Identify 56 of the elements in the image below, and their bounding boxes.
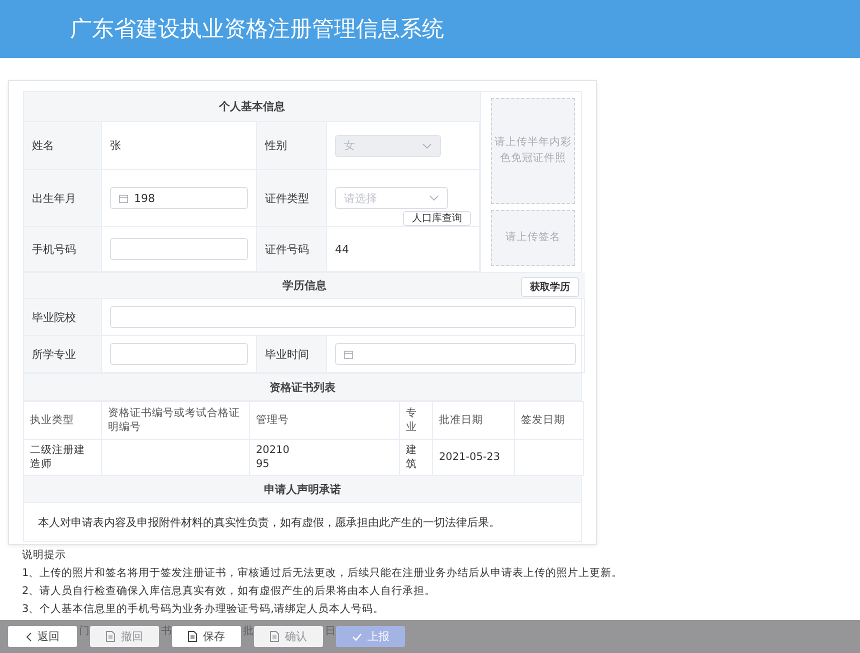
signature-upload[interactable]: 请上传签名: [491, 210, 575, 266]
column-header: 管理号: [256, 414, 289, 426]
column-header: 资格证书编号或考试合格证明编号: [108, 407, 240, 432]
section-title: 个人基本信息: [24, 92, 480, 122]
table-cell: 2021-05-23: [439, 450, 500, 463]
chevron-left-icon: [26, 632, 32, 642]
field-label: 毕业院校: [32, 310, 76, 324]
section-title: 资格证书列表: [23, 374, 582, 401]
document-icon: [188, 631, 197, 642]
section-title: 申请人声明承诺: [23, 476, 582, 503]
system-title: 广东省建设执业资格注册管理信息系统: [70, 16, 444, 44]
field-label: 证件号码: [265, 242, 309, 256]
date-field[interactable]: 198: [110, 187, 248, 209]
calendar-icon: [344, 350, 353, 358]
note-text: 日: [325, 625, 336, 638]
note-text: 书: [161, 625, 172, 638]
document-icon: [270, 631, 279, 642]
photo-upload[interactable]: 请上传半年内彩色免冠证件照: [491, 98, 575, 204]
field-label: 毕业时间: [265, 346, 309, 362]
action-button[interactable]: 保存: [172, 626, 241, 647]
column-header: 执业类型: [30, 414, 74, 426]
field-value: 张: [110, 138, 121, 153]
action-button[interactable]: 返回: [8, 626, 77, 647]
column-header: 签发日期: [521, 414, 565, 426]
note-text: 2、请人员自行检查确保入库信息真实有效，如有虚假产生的后果将由本人自行承担。: [22, 585, 437, 598]
document-icon: [106, 631, 115, 642]
check-icon: [352, 632, 362, 640]
column-header: 专业: [406, 407, 417, 432]
field-value: 44: [335, 242, 349, 256]
declaration-text: 本人对申请表内容及申报附件材料的真实性负责，如有虚假，愿承担由此产生的一切法律后果。: [38, 514, 500, 530]
note-text: 1、上传的照片和签名将用于签发注册证书，审核通过后无法更改，后续只能在注册业务办结后从申请表上传的照片上更新。: [22, 567, 624, 580]
date-field[interactable]: [335, 343, 576, 365]
table-cell: 二级注册建造师: [30, 444, 85, 470]
input-field[interactable]: [110, 238, 248, 260]
table-cell: 建筑: [406, 444, 417, 470]
chevron-down-icon: [422, 142, 432, 148]
input-field[interactable]: [110, 306, 576, 328]
note-text: 批: [243, 625, 254, 638]
column-header: 批准日期: [439, 414, 483, 426]
field-label: 出生年月: [32, 190, 76, 206]
field-label: 证件类型: [265, 190, 309, 206]
section-title: 学历信息: [282, 278, 326, 293]
field-label: 手机号码: [32, 242, 76, 256]
note-text: 3、个人基本信息里的手机号码为业务办理验证号码,请绑定人员本人号码。: [22, 603, 386, 616]
lookup-button[interactable]: 人口库查询: [403, 211, 471, 226]
notes-title: 说明提示: [22, 549, 67, 562]
field-label: 性别: [265, 138, 287, 153]
field-label: 姓名: [32, 138, 54, 153]
field-label: 所学专业: [32, 346, 76, 362]
chevron-down-icon: [429, 195, 439, 201]
select-field[interactable]: 请选择: [335, 187, 448, 209]
table-cell: 20210 95: [256, 444, 290, 470]
note-text: 门: [79, 625, 90, 638]
calendar-icon: [119, 194, 128, 202]
input-field[interactable]: [110, 343, 248, 365]
fetch-education-button[interactable]: 获取学历: [521, 277, 579, 297]
